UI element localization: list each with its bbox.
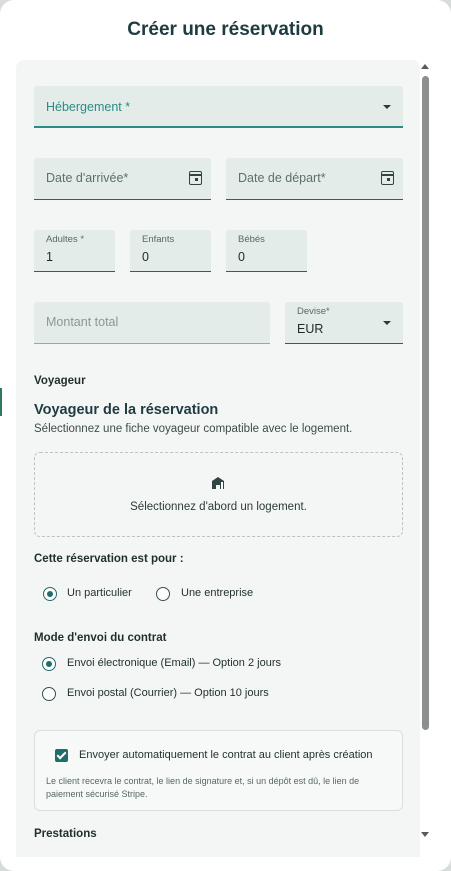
radio-company[interactable] [156,587,170,601]
building-icon [212,477,224,489]
chevron-down-icon [383,105,391,109]
scroll-up-arrow-icon[interactable] [421,64,429,69]
adults-value: 1 [46,250,53,264]
adults-label: Adultes * [46,234,85,245]
radio-company-label[interactable]: Une entreprise [181,587,253,599]
auto-send-help-line1: Le client recevra le contrat, le lien de… [46,776,360,786]
babies-value: 0 [238,250,245,264]
arrival-date-field[interactable]: Date d'arrivée* [34,158,211,200]
babies-label: Bébés [238,234,265,245]
background-accent-line [0,388,2,416]
auto-send-help-line2: paiement sécurisé Stripe. [46,789,148,799]
departure-date-field[interactable]: Date de départ* [226,158,403,200]
adults-field[interactable]: Adultes * 1 [34,230,115,272]
modal-title: Créer une réservation [127,19,324,40]
children-value: 0 [142,250,149,264]
radio-email-label[interactable]: Envoi électronique (Email) — Option 2 jo… [67,657,281,669]
auto-send-checkbox[interactable] [55,749,68,762]
auto-send-label[interactable]: Envoyer automatiquement le contrat au cl… [79,749,373,761]
create-reservation-modal: Créer une réservation Hébergement * Date… [0,0,451,871]
form-scroll-area: Hébergement * Date d'arrivée* Date de dé… [16,60,420,857]
traveler-heading: Voyageur de la réservation [34,402,219,418]
babies-field[interactable]: Bébés 0 [226,230,307,272]
auto-send-box: Envoyer automatiquement le contrat au cl… [34,730,403,811]
radio-postal[interactable] [42,687,56,701]
currency-select[interactable]: Devise* EUR [285,302,403,344]
scrollbar-thumb[interactable] [422,76,429,730]
total-amount-field[interactable]: Montant total [34,302,270,344]
traveler-section-label: Voyageur [34,375,86,387]
traveler-description: Sélectionnez une fiche voyageur compatib… [34,423,353,435]
currency-label: Devise* [297,306,330,317]
children-label: Enfants [142,234,175,245]
radio-email[interactable] [42,657,56,671]
radio-individual[interactable] [43,587,57,601]
radio-individual-label[interactable]: Un particulier [67,587,132,599]
total-amount-placeholder: Montant total [46,315,119,329]
scroll-down-arrow-icon[interactable] [421,832,429,837]
radio-postal-label[interactable]: Envoi postal (Courrier) — Option 10 jour… [67,687,269,699]
contract-mode-label: Mode d'envoi du contrat [34,632,167,644]
departure-date-placeholder: Date de départ* [238,171,326,185]
accommodation-placeholder: Hébergement * [46,100,131,114]
children-field[interactable]: Enfants 0 [130,230,211,272]
calendar-icon[interactable] [381,171,394,185]
calendar-icon[interactable] [189,171,202,185]
chevron-down-icon [383,321,391,325]
accommodation-select[interactable]: Hébergement * [34,86,403,128]
traveler-empty-state: Sélectionnez d'abord un logement. [34,452,403,537]
currency-value: EUR [297,322,324,336]
arrival-date-placeholder: Date d'arrivée* [46,171,129,185]
traveler-empty-message: Sélectionnez d'abord un logement. [130,501,307,513]
booking-for-label: Cette réservation est pour : [34,553,184,565]
services-section-label: Prestations [34,828,97,840]
